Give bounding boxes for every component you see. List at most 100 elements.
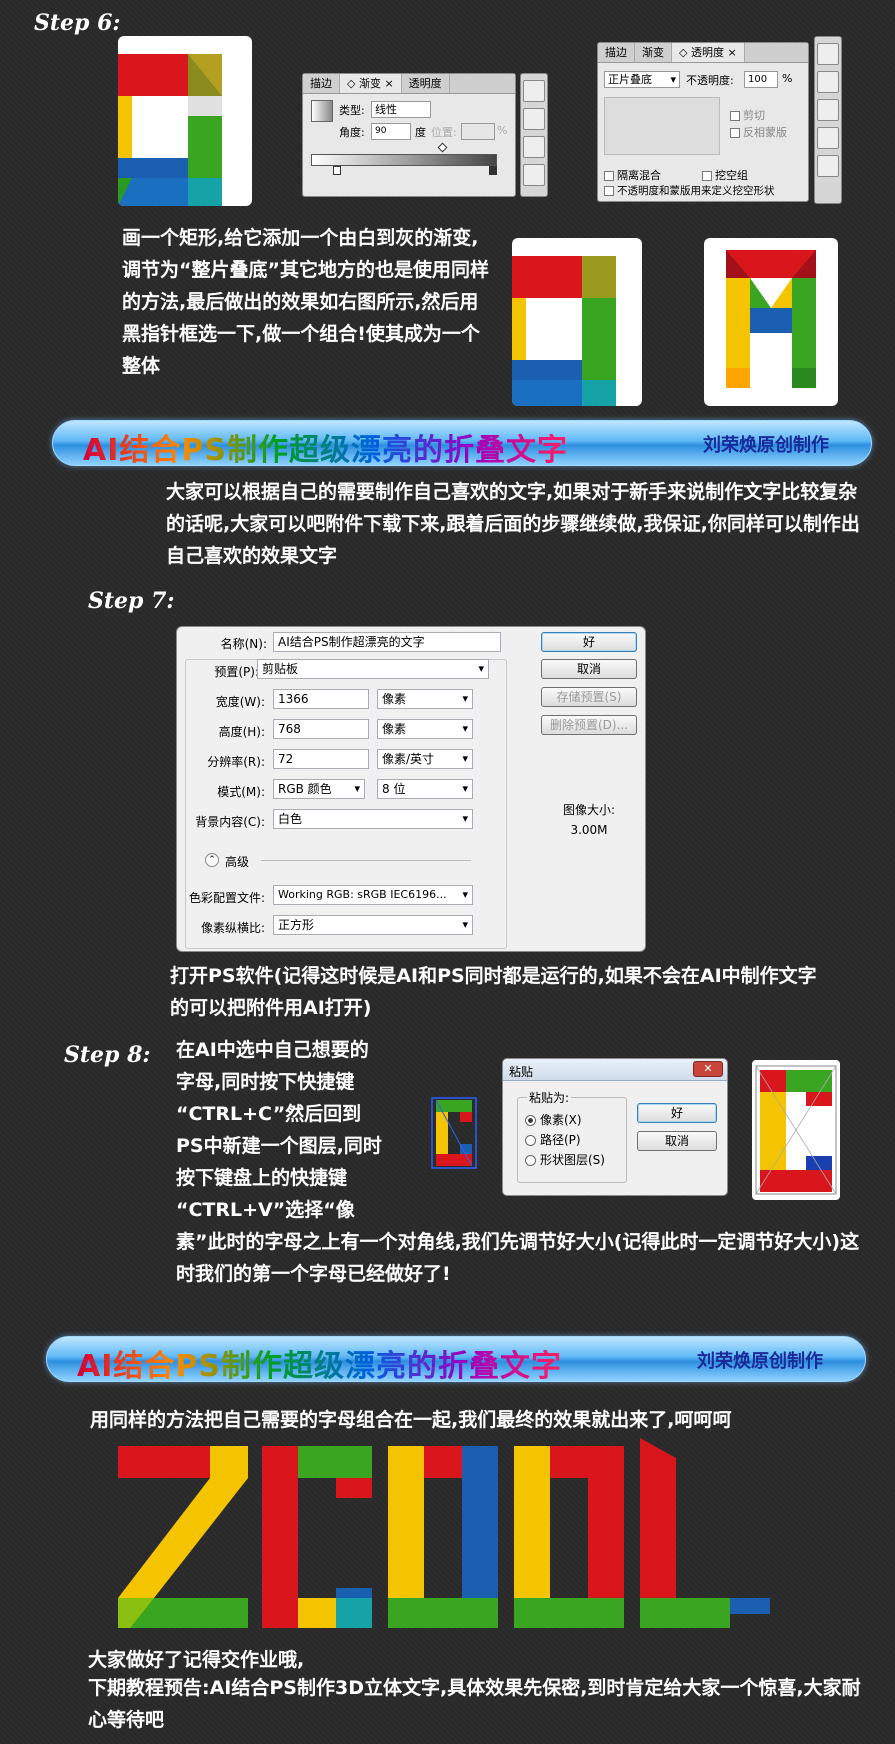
layers-tool-icon[interactable] xyxy=(817,155,839,177)
step6-description: 画一个矩形,给它添加一个由白到灰的渐变,调节为“整片叠底”其它地方的也是使用同样… xyxy=(122,227,489,377)
paste-pixels-option[interactable]: 像素(X) xyxy=(525,1111,582,1128)
letter-o-2 xyxy=(514,1446,624,1628)
chevron-down-icon: ▾ xyxy=(670,73,676,86)
background-select[interactable]: 白色 xyxy=(273,809,473,829)
mode-value: RGB 颜色 xyxy=(278,782,332,796)
gradient-stop-black[interactable] xyxy=(489,166,497,175)
gradient-side-tools xyxy=(520,73,548,197)
transparency-panel-tabs: 描边 渐变 ◇ 透明度 × xyxy=(598,43,808,63)
clip-option[interactable]: 剪切 xyxy=(730,107,765,123)
isolate-blend-checkbox[interactable] xyxy=(604,171,614,181)
tab-gradient-2[interactable]: 渐变 xyxy=(635,43,672,62)
paste-shape-option[interactable]: 形状图层(S) xyxy=(525,1151,605,1168)
blend-mode-select[interactable]: 正片叠底 ▾ xyxy=(604,71,680,88)
paste-path-option[interactable]: 路径(P) xyxy=(525,1131,581,1148)
ok-button[interactable]: 好 xyxy=(541,632,637,652)
gradient-slider-bar[interactable] xyxy=(311,154,497,166)
cancel-button[interactable]: 取消 xyxy=(541,659,637,679)
height-input[interactable]: 768 xyxy=(273,719,369,739)
width-unit-value: 像素 xyxy=(382,692,407,706)
height-unit-select[interactable]: 像素 xyxy=(377,719,473,739)
close-icon[interactable]: ✕ xyxy=(693,1061,723,1077)
opacity-label: 不透明度: xyxy=(686,74,734,87)
position-input[interactable] xyxy=(461,123,495,140)
step6-result-tile-2 xyxy=(704,238,838,406)
clip-checkbox[interactable] xyxy=(730,111,740,121)
opacity-mask-knockout-option[interactable]: 不透明度和蒙版用来定义挖空形状 xyxy=(604,183,775,198)
bit-depth-value: 8 位 xyxy=(382,782,406,796)
opt-path-label: 路径(P) xyxy=(540,1133,581,1147)
gradient-midpoint[interactable] xyxy=(437,142,448,153)
resolution-input[interactable]: 72 xyxy=(273,749,369,769)
preset-value: 剪贴板 xyxy=(262,662,299,676)
paste-cancel-button[interactable]: 取消 xyxy=(637,1131,717,1151)
letter-a-result xyxy=(726,250,816,388)
width-unit-select[interactable]: 像素 xyxy=(377,689,473,709)
tab-stroke[interactable]: 描边 xyxy=(303,74,340,93)
tab-stroke-2[interactable]: 描边 xyxy=(598,43,635,62)
resolution-unit-select[interactable]: 像素/英寸 xyxy=(377,749,473,769)
panel-menu-icon-2[interactable] xyxy=(817,43,839,65)
transparency-tool-icon[interactable] xyxy=(523,136,545,158)
gradient-tool-icon-2[interactable] xyxy=(817,71,839,93)
paste-ok-button[interactable]: 好 xyxy=(637,1103,717,1123)
invert-mask-checkbox[interactable] xyxy=(730,128,740,138)
banner-credit-2: 刘荣焕原创制作 xyxy=(697,1351,823,1372)
tab-transparency-2[interactable]: ◇ 透明度 × xyxy=(672,43,745,62)
transparency-tool-icon-2[interactable] xyxy=(817,99,839,121)
step8-line-6: “CTRL+V”选择“像 xyxy=(176,1199,355,1221)
knockout-group-checkbox[interactable] xyxy=(702,171,712,181)
tab-gradient[interactable]: ◇ 渐变 × xyxy=(340,74,402,93)
footer-line-2: 下期教程预告:AI结合PS制作3D立体文字,具体效果先保密,到时肯定给大家一个惊… xyxy=(88,1677,861,1731)
gradient-tool-icon[interactable] xyxy=(523,108,545,130)
radio-pixels[interactable] xyxy=(525,1115,536,1126)
new-document-dialog: 名称(N): AI结合PS制作超漂亮的文字 预置(P): 剪贴板 宽度(W): … xyxy=(176,626,646,952)
name-input[interactable]: AI结合PS制作超漂亮的文字 xyxy=(273,632,501,652)
radio-shape[interactable] xyxy=(525,1155,536,1166)
pixel-aspect-select[interactable]: 正方形 xyxy=(273,915,473,935)
bit-depth-select[interactable]: 8 位 xyxy=(377,779,473,799)
appearance-tool-icon-2[interactable] xyxy=(817,127,839,149)
chevron-up-icon[interactable]: ⌃ xyxy=(205,853,219,867)
gradient-stop-white[interactable] xyxy=(333,166,341,175)
opacity-input[interactable]: 100 xyxy=(744,71,778,88)
tab-transparency[interactable]: 透明度 xyxy=(402,74,450,93)
height-label: 高度(H): xyxy=(218,725,265,739)
mask-thumbnail[interactable] xyxy=(604,97,720,155)
radio-path[interactable] xyxy=(525,1135,536,1146)
final-text: 用同样的方法把自己需要的字母组合在一起,我们最终的效果就出来了,呵呵呵 xyxy=(90,1409,732,1431)
knockout-group-label: 挖空组 xyxy=(715,169,748,182)
gradient-swatch[interactable] xyxy=(311,100,333,122)
mode-label: 模式(M): xyxy=(217,785,265,799)
preset-select[interactable]: 剪贴板 xyxy=(257,659,489,679)
save-preset-button[interactable]: 存储预置(S) xyxy=(541,687,637,707)
advanced-label[interactable]: 高级 xyxy=(225,853,249,870)
delete-preset-button[interactable]: 删除预置(D)... xyxy=(541,715,637,735)
intro-text: 大家可以根据自己的需要制作自己喜欢的文字,如果对于新手来说制作文字比较复杂的话呢… xyxy=(166,481,860,567)
panel-menu-icon[interactable] xyxy=(523,80,545,102)
step8-line-1: 在AI中选中自己想要的 xyxy=(176,1039,369,1061)
paste-dialog-title: 粘贴 xyxy=(509,1065,534,1079)
step8-description-tail: 素”此时的字母之上有一个对角线,我们先调节好大小(记得此时一定调节好大小)这时我… xyxy=(176,1231,860,1285)
image-size-value: 3.00M xyxy=(570,823,608,837)
knockout-group-option[interactable]: 挖空组 xyxy=(702,167,748,183)
paste-as-label: 粘贴为: xyxy=(527,1089,572,1106)
pasted-letter-c xyxy=(755,1065,837,1195)
letter-o-1 xyxy=(388,1446,498,1628)
invert-mask-option[interactable]: 反相蒙版 xyxy=(730,124,787,140)
appearance-tool-icon[interactable] xyxy=(523,164,545,186)
invert-mask-label: 反相蒙版 xyxy=(743,126,787,139)
transparency-side-tools xyxy=(814,36,842,204)
angle-input[interactable]: 90 xyxy=(371,123,411,140)
position-percent: % xyxy=(497,124,508,137)
isolate-blend-option[interactable]: 隔离混合 xyxy=(604,167,661,183)
gradient-type-select[interactable]: 线性 xyxy=(371,101,431,118)
opacity-mask-knockout-checkbox[interactable] xyxy=(604,186,614,196)
color-profile-select[interactable]: Working RGB: sRGB IEC6196... xyxy=(273,885,473,905)
selected-letter-c[interactable] xyxy=(430,1096,478,1170)
step6-label: Step 6: xyxy=(34,10,121,36)
background-label: 背景内容(C): xyxy=(195,815,265,829)
mode-select[interactable]: RGB 颜色 xyxy=(273,779,365,799)
width-input[interactable]: 1366 xyxy=(273,689,369,709)
letter-z xyxy=(118,1446,248,1628)
